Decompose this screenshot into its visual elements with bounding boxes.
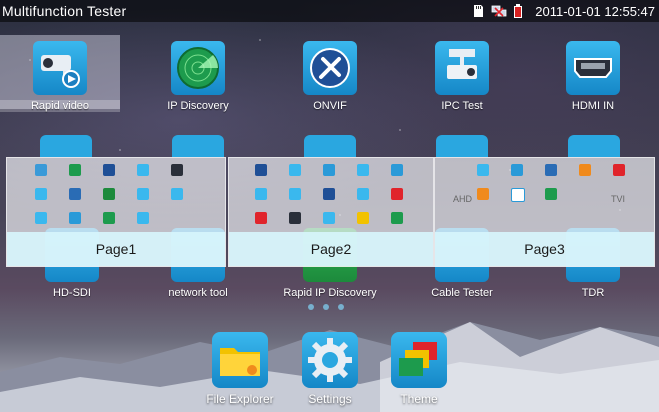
app-label: HD-SDI [53,287,91,299]
page-label: Page3 [435,232,654,266]
app-label: TDR [581,287,605,299]
page-label: Page1 [7,232,225,266]
app-ipc-test[interactable]: IPC Test [402,41,522,112]
partial-label-tvi: TVI [611,194,626,204]
dock-settings[interactable]: Settings [285,332,375,406]
tools-icon [303,41,357,95]
gear-icon [302,332,358,388]
status-bar: Multifunction Tester 2011-01-01 12:55:47 [0,0,659,22]
app-label: ONVIF [313,100,347,112]
app-label: IP Discovery [167,100,229,112]
app-icon-partial [304,135,356,157]
dock-file-explorer[interactable]: File Explorer [195,332,285,406]
dock: File Explorer Settings Theme [0,330,659,412]
sd-card-icon [474,5,484,17]
hdmi-icon [566,41,620,95]
network-disconnected-icon [491,5,507,17]
app-icon-partial [436,135,488,157]
dock-label: Settings [308,392,352,406]
status-indicators: 2011-01-01 12:55:47 [471,0,655,22]
app-label: Rapid video [0,100,120,112]
app-label: HDMI IN [571,100,615,112]
page-card-2[interactable]: Page2 [228,157,434,267]
page-card-1[interactable]: Page1 [6,157,226,267]
dock-theme[interactable]: Theme [374,332,464,406]
page-dot[interactable] [338,304,344,310]
app-icon-partial [568,135,620,157]
app-ip-discovery[interactable]: IP Discovery [138,41,258,112]
ptz-camera-icon [435,41,489,95]
partial-label-ahd: AHD [453,194,473,204]
app-icon-partial [40,135,92,157]
page-indicator [308,304,344,310]
app-label: Rapid IP Discovery [283,287,377,299]
dock-label: Theme [400,392,438,406]
clock: 2011-01-01 12:55:47 [535,3,655,19]
page-label: Page2 [229,232,433,266]
camera-video-icon [33,41,87,95]
app-hdmi-in[interactable]: HDMI IN [533,41,653,112]
dock-label: File Explorer [206,392,274,406]
app-rapid-video[interactable]: Rapid video [0,35,120,112]
radar-icon [171,41,225,95]
theme-icon [391,332,447,388]
app-label: network tool [168,287,228,299]
app-label: Cable Tester [431,287,493,299]
battery-icon [514,4,523,18]
page-card-3[interactable]: AHD TVI Page3 [434,157,655,267]
page-dot[interactable] [323,304,329,310]
app-label: IPC Test [441,100,483,112]
app-onvif[interactable]: ONVIF [270,41,390,112]
page-dot[interactable] [308,304,314,310]
app-title: Multifunction Tester [2,3,127,19]
app-icon-partial [172,135,224,157]
folder-icon [212,332,268,388]
